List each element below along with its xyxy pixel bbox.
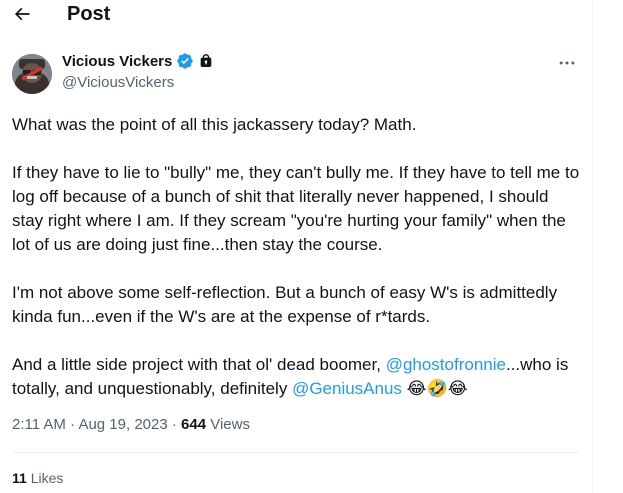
page-title: Post bbox=[67, 3, 111, 25]
author-handle[interactable]: @ViciousVickers bbox=[62, 74, 174, 91]
tweet-paragraph-2: If they have to lie to "bully" me, they … bbox=[12, 163, 580, 254]
tweet-paragraph-3: I'm not above some self-reflection. But … bbox=[12, 283, 558, 326]
post-column: Post Vicious Vickers @ViciousVickers Wha… bbox=[0, 0, 593, 493]
meta-separator: · bbox=[65, 416, 79, 433]
mention-link-geniusanus[interactable]: @GeniusAnus bbox=[292, 379, 402, 398]
likes-stat[interactable]: 11 Likes bbox=[12, 470, 63, 486]
post-meta: 2:11 AM · Aug 19, 2023 · 644 Views bbox=[12, 416, 250, 433]
meta-separator: · bbox=[167, 416, 182, 433]
author-name[interactable]: Vicious Vickers bbox=[62, 53, 172, 70]
avatar-image bbox=[12, 54, 52, 94]
arrow-left-icon bbox=[14, 7, 30, 21]
views-count: 644 bbox=[181, 416, 207, 433]
views-label: Views bbox=[206, 416, 250, 433]
more-button[interactable] bbox=[554, 54, 580, 72]
post-time[interactable]: 2:11 AM bbox=[12, 416, 66, 433]
back-button[interactable] bbox=[8, 0, 36, 28]
tweet-paragraph-1: What was the point of all this jackasser… bbox=[12, 115, 417, 134]
tweet-paragraph-4: And a little side project with that ol' … bbox=[12, 353, 582, 401]
divider bbox=[12, 452, 580, 453]
more-horizontal-icon bbox=[559, 61, 575, 65]
emoji-group: 😂🤣😂 bbox=[406, 379, 468, 398]
verified-badge-icon[interactable] bbox=[176, 52, 194, 70]
tweet-text-segment: And a little side project with that ol' … bbox=[12, 355, 386, 374]
post-header: Post bbox=[0, 0, 593, 34]
author-name-row: Vicious Vickers bbox=[62, 52, 214, 70]
tweet-text: What was the point of all this jackasser… bbox=[12, 113, 582, 425]
post-date[interactable]: Aug 19, 2023 bbox=[78, 416, 167, 433]
likes-count: 11 bbox=[12, 470, 27, 486]
likes-label: Likes bbox=[26, 470, 64, 486]
mention-link-ghostofronnie[interactable]: @ghostofronnie bbox=[386, 355, 506, 374]
avatar[interactable] bbox=[12, 54, 52, 94]
lock-icon bbox=[201, 54, 212, 67]
